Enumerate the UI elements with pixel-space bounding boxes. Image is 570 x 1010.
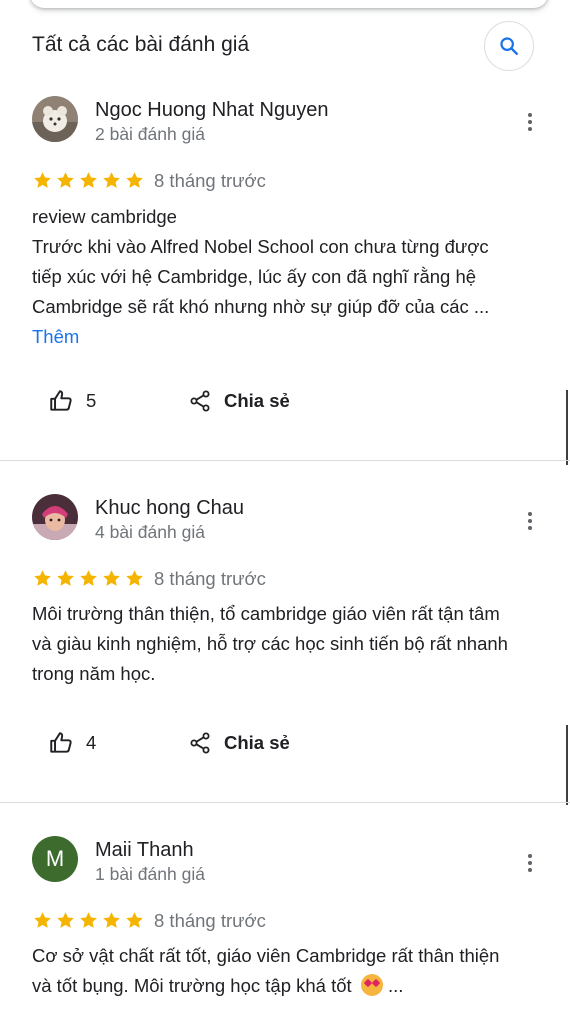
review-text-line: Trước khi vào Alfred Nobel School con ch… (32, 236, 489, 257)
reviewer-name[interactable]: Khuc hong Chau (95, 497, 244, 520)
review-text: Cơ sở vật chất rất tốt, giáo viên Cambri… (32, 941, 532, 1001)
review-card: Khuc hong Chau 4 bài đánh giá 8 tháng tr… (0, 461, 570, 802)
star-icon (126, 172, 143, 188)
page-title: Tất cả các bài đánh giá (32, 33, 250, 56)
star-icon (80, 912, 97, 928)
review-date: 8 tháng trước (154, 910, 266, 931)
reviews-header: Tất cả các bài đánh giá (0, 0, 570, 92)
review-text: review cambridge Trước khi vào Alfred No… (32, 202, 532, 352)
review-text-line: và giàu kinh nghiệm, hỗ trợ các học sinh… (32, 633, 508, 654)
reviewer-name[interactable]: Maii Thanh (95, 839, 194, 862)
reviewer-review-count: 4 bài đánh giá (95, 522, 205, 542)
review-text-line: review cambridge (32, 206, 177, 227)
star-icon (126, 570, 143, 586)
more-vert-icon (528, 512, 532, 516)
star-icon (80, 570, 97, 586)
share-button[interactable]: Chia sẻ (188, 381, 290, 421)
avatar[interactable]: M (32, 836, 78, 882)
review-text-line: Cambridge sẽ rất khó nhưng nhờ sự giúp đ… (32, 296, 490, 317)
star-icon (103, 172, 120, 188)
star-rating (32, 170, 145, 191)
more-options-button[interactable] (520, 851, 540, 875)
truncation-ellipsis: ... (387, 975, 404, 996)
review-actions: 5 Chia sẻ (0, 381, 570, 421)
star-icon (103, 570, 120, 586)
search-icon (500, 37, 518, 55)
star-icon (57, 570, 74, 586)
share-icon (190, 390, 210, 412)
star-icon (57, 172, 74, 188)
avatar-letter: M (45, 846, 65, 871)
review-text-line: tiếp xúc với hệ Cambridge, lúc ấy con đã… (32, 266, 477, 287)
share-label: Chia sẻ (224, 390, 290, 411)
star-icon (34, 912, 51, 928)
smiling-face-with-hearts-icon (360, 974, 383, 996)
star-rating (32, 568, 145, 589)
review-text-fragment: và tốt bụng. Môi trường học tập khá tốt (32, 975, 352, 996)
like-count: 5 (86, 390, 97, 411)
share-label: Chia sẻ (224, 732, 290, 753)
star-icon (34, 172, 51, 188)
expand-review-link[interactable]: Thêm (32, 322, 532, 352)
like-button[interactable]: 5 (48, 381, 96, 421)
share-button[interactable]: Chia sẻ (188, 723, 290, 763)
share-icon (190, 732, 210, 754)
more-vert-icon (528, 113, 532, 117)
review-date: 8 tháng trước (154, 170, 266, 191)
review-card: Ngoc Huong Nhat Nguyen 2 bài đánh giá 8 … (0, 92, 570, 460)
more-options-button[interactable] (520, 509, 540, 533)
star-icon (34, 570, 51, 586)
review-text-line: trong năm học. (32, 663, 156, 684)
review-actions: 4 Chia sẻ (0, 723, 570, 763)
more-options-button[interactable] (520, 110, 540, 134)
star-icon (57, 912, 74, 928)
star-icon (103, 912, 120, 928)
reviewer-review-count: 1 bài đánh giá (95, 864, 205, 884)
thumb-up-icon (50, 390, 72, 411)
thumb-up-icon (50, 732, 72, 753)
star-rating (32, 910, 145, 931)
avatar[interactable] (32, 96, 78, 142)
more-vert-icon (528, 854, 532, 858)
avatar[interactable] (32, 494, 78, 540)
review-card: M Maii Thanh 1 bài đánh giá 8 tháng trướ… (0, 803, 570, 1010)
review-date: 8 tháng trước (154, 568, 266, 589)
review-text: Môi trường thân thiện, tổ cambridge giáo… (32, 599, 532, 689)
reviewer-review-count: 2 bài đánh giá (95, 124, 205, 144)
review-text-line-last: và tốt bụng. Môi trường học tập khá tốt … (32, 971, 532, 1001)
reviewer-name[interactable]: Ngoc Huong Nhat Nguyen (95, 99, 328, 122)
like-count: 4 (86, 732, 97, 753)
review-text-line: Môi trường thân thiện, tổ cambridge giáo… (32, 603, 500, 624)
like-button[interactable]: 4 (48, 723, 96, 763)
star-icon (80, 172, 97, 188)
search-reviews-button[interactable] (484, 21, 534, 71)
star-icon (126, 912, 143, 928)
review-text-line: Cơ sở vật chất rất tốt, giáo viên Cambri… (32, 945, 500, 966)
